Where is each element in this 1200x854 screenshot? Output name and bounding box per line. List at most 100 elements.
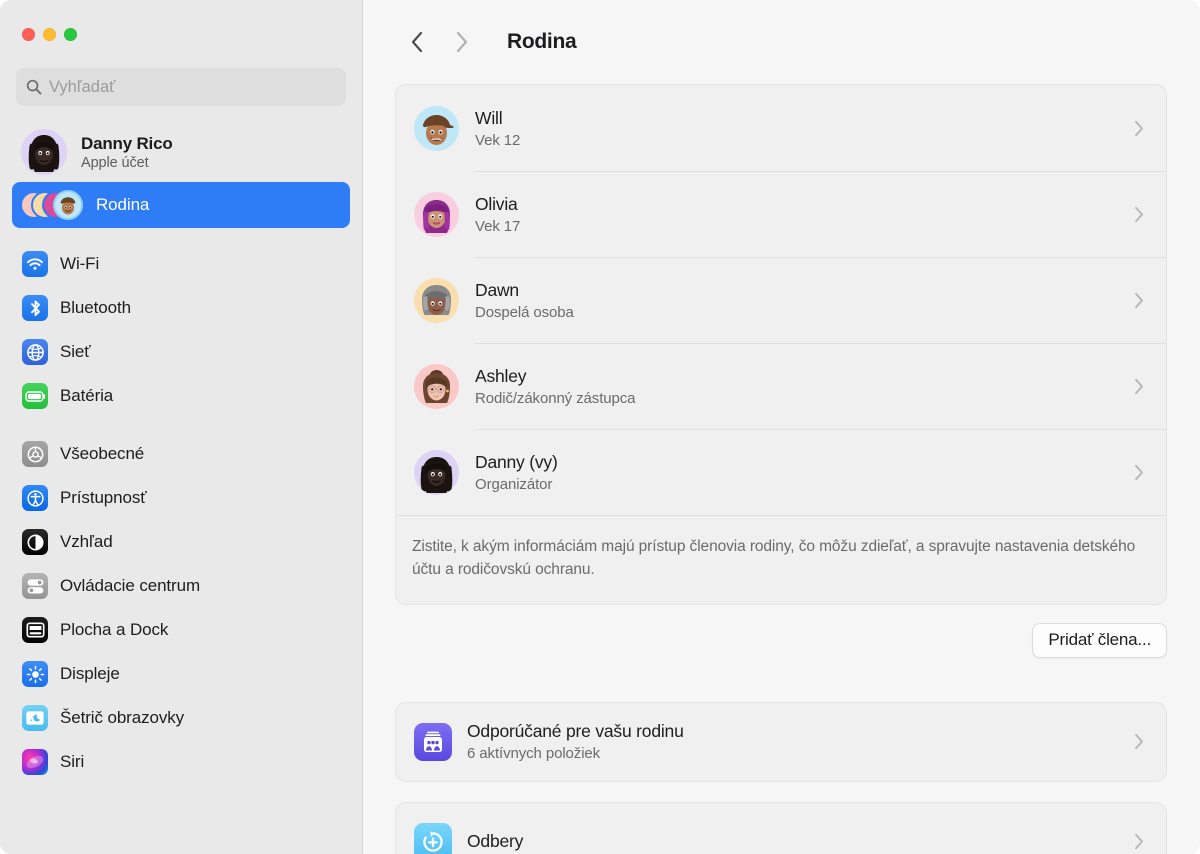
link-title: Odbery xyxy=(467,831,524,851)
chevron-right-icon xyxy=(1135,378,1143,394)
sidebar: Danny Rico Apple účet xyxy=(0,0,363,854)
sidebar-scroll-area[interactable]: Danny Rico Apple účet Rodina Wi-Fi Bluet… xyxy=(0,106,362,854)
sidebar-item-apple-account[interactable]: Danny Rico Apple účet xyxy=(12,122,350,182)
chevron-left-icon xyxy=(411,31,422,53)
network-globe-icon xyxy=(22,339,48,365)
zoom-button[interactable] xyxy=(64,28,77,41)
sidebar-item-label: Batéria xyxy=(60,386,114,405)
accessibility-icon xyxy=(22,485,48,511)
member-role: Vek 12 xyxy=(475,131,521,149)
chevron-right-icon xyxy=(1135,733,1143,750)
family-member-row[interactable]: Ashley Rodič/zákonný zástupca xyxy=(396,343,1166,429)
sidebar-item-label: Wi-Fi xyxy=(60,254,100,273)
member-name: Danny (vy) xyxy=(475,451,558,472)
link-subtitle: 6 aktívnych položiek xyxy=(467,745,601,762)
control-center-icon xyxy=(22,573,48,599)
content-area: Will Vek 12 Olivia Vek 17 Dawn Dospelá o… xyxy=(363,84,1200,854)
family-members-card: Will Vek 12 Olivia Vek 17 Dawn Dospelá o… xyxy=(395,84,1167,605)
avatar xyxy=(414,191,459,237)
chevron-right-icon xyxy=(1135,206,1143,222)
minimize-button[interactable] xyxy=(43,28,56,41)
display-brightness-icon xyxy=(22,661,48,687)
chevron-right-icon xyxy=(1135,833,1143,850)
recommendations-card: Odporúčané pre vašu rodinu 6 aktívnych p… xyxy=(395,701,1167,782)
member-role: Organizátor xyxy=(475,475,553,493)
forward-button[interactable] xyxy=(439,20,483,64)
sidebar-item-label: Šetrič obrazovky xyxy=(60,708,185,727)
sidebar-item-rodina[interactable]: Rodina xyxy=(12,182,350,228)
avatar xyxy=(21,129,67,175)
chevron-right-icon xyxy=(1135,464,1143,480)
sidebar-item-vseobecne[interactable]: Všeobecné xyxy=(12,432,350,476)
add-member-button[interactable]: Pridať člena... xyxy=(1032,622,1167,658)
sidebar-item-label: Všeobecné xyxy=(60,444,145,463)
sidebar-item-bluetooth[interactable]: Bluetooth xyxy=(12,286,350,330)
sidebar-item-ovladacie-centrum[interactable]: Ovládacie centrum xyxy=(12,564,350,608)
sidebar-item-label: Sieť xyxy=(60,342,91,361)
family-avatar-stack xyxy=(20,190,84,220)
search-container xyxy=(0,68,362,106)
avatar xyxy=(414,449,459,495)
battery-icon xyxy=(22,383,48,409)
avatar xyxy=(414,277,459,323)
window-controls xyxy=(0,0,362,68)
main-pane: Rodina Will Vek 12 Olivia Vek 17 Dawn Do… xyxy=(363,0,1200,854)
appearance-icon xyxy=(22,529,48,555)
recommendations-row[interactable]: Odporúčané pre vašu rodinu 6 aktívnych p… xyxy=(396,703,1166,781)
wifi-icon xyxy=(22,251,48,277)
family-member-row[interactable]: Will Vek 12 xyxy=(396,85,1166,171)
member-name: Dawn xyxy=(475,279,519,300)
sidebar-divider xyxy=(12,228,350,242)
chevron-right-icon xyxy=(1135,292,1143,308)
sidebar-item-plocha-a-dock[interactable]: Plocha a Dock xyxy=(12,608,350,652)
siri-icon xyxy=(22,749,48,775)
family-description: Zistite, k akým informáciám majú prístup… xyxy=(396,515,1166,604)
search-input[interactable] xyxy=(49,77,336,97)
sidebar-item-vzhlad[interactable]: Vzhľad xyxy=(12,520,350,564)
sidebar-item-pristupnost[interactable]: Prístupnosť xyxy=(12,476,350,520)
screen-saver-icon xyxy=(22,705,48,731)
family-member-row[interactable]: Olivia Vek 17 xyxy=(396,171,1166,257)
sidebar-divider xyxy=(12,418,350,432)
account-name: Danny Rico xyxy=(81,133,173,153)
search-box[interactable] xyxy=(16,68,346,106)
gear-icon xyxy=(22,441,48,467)
member-name: Ashley xyxy=(475,365,527,386)
page-title: Rodina xyxy=(507,30,577,53)
sidebar-item-wifi[interactable]: Wi-Fi xyxy=(12,242,350,286)
member-role: Dospelá osoba xyxy=(475,303,574,321)
sidebar-item-displeje[interactable]: Displeje xyxy=(12,652,350,696)
subscriptions-row[interactable]: Odbery xyxy=(396,803,1166,854)
sidebar-item-label: Rodina xyxy=(96,195,150,214)
sidebar-item-label: Prístupnosť xyxy=(60,488,147,507)
close-button[interactable] xyxy=(22,28,35,41)
account-subtitle: Apple účet xyxy=(81,154,149,171)
sidebar-item-setric-obrazovky[interactable]: Šetrič obrazovky xyxy=(12,696,350,740)
avatar xyxy=(414,363,459,409)
member-name: Olivia xyxy=(475,193,518,214)
sidebar-item-siri[interactable]: Siri xyxy=(12,740,350,784)
member-name: Will xyxy=(475,107,503,128)
add-member-row: Pridať člena... xyxy=(395,622,1167,658)
main-header: Rodina xyxy=(363,0,1200,84)
back-button[interactable] xyxy=(395,20,439,64)
sidebar-item-bateria[interactable]: Batéria xyxy=(12,374,350,418)
chevron-right-icon xyxy=(1135,120,1143,136)
search-icon xyxy=(26,79,42,95)
sidebar-item-siet[interactable]: Sieť xyxy=(12,330,350,374)
sidebar-item-label: Displeje xyxy=(60,664,120,683)
subscriptions-card: Odbery xyxy=(395,801,1167,854)
sidebar-item-label: Ovládacie centrum xyxy=(60,576,201,595)
sidebar-item-label: Bluetooth xyxy=(60,298,131,317)
sidebar-item-label: Siri xyxy=(60,752,85,771)
chevron-right-icon xyxy=(456,31,467,53)
sidebar-item-label: Vzhľad xyxy=(60,532,113,551)
desktop-dock-icon xyxy=(22,617,48,643)
subscriptions-icon xyxy=(414,822,452,854)
family-recommendations-icon xyxy=(414,722,452,761)
family-member-row[interactable]: Dawn Dospelá osoba xyxy=(396,257,1166,343)
avatar xyxy=(414,105,459,151)
settings-window: Danny Rico Apple účet xyxy=(0,0,1200,854)
family-member-row[interactable]: Danny (vy) Organizátor xyxy=(396,429,1166,515)
